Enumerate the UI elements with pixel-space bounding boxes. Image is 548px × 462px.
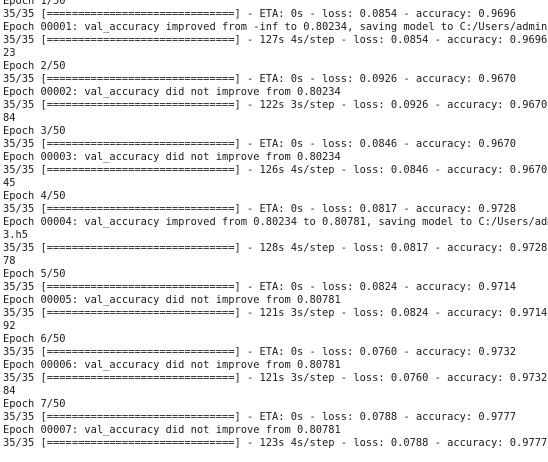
console-line: 35/35 [==============================] -… — [3, 73, 516, 85]
console-line: Epoch 5/50 — [3, 268, 66, 280]
console-line: 35/35 [==============================] -… — [3, 242, 548, 254]
console-line: 35/35 [==============================] -… — [3, 372, 548, 384]
console-line: 3.h5 — [3, 229, 29, 241]
console-line: 23 — [3, 47, 16, 59]
console-line: 35/35 [==============================] -… — [3, 437, 548, 449]
console-line: 45 — [3, 177, 16, 189]
console-line: Epoch 00004: val_accuracy improved from … — [3, 216, 548, 228]
console-line: Epoch 6/50 — [3, 333, 66, 345]
console-line: Epoch 2/50 — [3, 60, 66, 72]
console-line: Epoch 7/50 — [3, 398, 66, 410]
console-line: 35/35 [==============================] -… — [3, 203, 516, 215]
console-line: 78 — [3, 255, 16, 267]
console-line: Epoch 00006: val_accuracy did not improv… — [3, 359, 341, 371]
console-line: 35/35 [==============================] -… — [3, 346, 516, 358]
console-line: 84 — [3, 385, 16, 397]
console-line: Epoch 3/50 — [3, 125, 66, 137]
console-line: 35/35 [==============================] -… — [3, 164, 548, 176]
console-line: Epoch 00001: val_accuracy improved from … — [3, 21, 548, 33]
console-line: Epoch 00005: val_accuracy did not improv… — [3, 294, 341, 306]
console-line: Epoch 00007: val_accuracy did not improv… — [3, 424, 341, 436]
console-line: 84 — [3, 112, 16, 124]
console-line: Epoch 4/50 — [3, 190, 66, 202]
console-line: Epoch 00003: val_accuracy did not improv… — [3, 151, 341, 163]
console-line: 35/35 [==============================] -… — [3, 8, 516, 20]
console-line: Epoch 00002: val_accuracy did not improv… — [3, 86, 341, 98]
console-line: 35/35 [==============================] -… — [3, 281, 516, 293]
console-line: Epoch 1/50 — [3, 0, 66, 7]
console-line: 35/35 [==============================] -… — [3, 138, 516, 150]
console-line: 92 — [3, 320, 16, 332]
console-line: 35/35 [==============================] -… — [3, 307, 548, 319]
console-line: 35/35 [==============================] -… — [3, 34, 548, 46]
console-line: 35/35 [==============================] -… — [3, 99, 548, 111]
console-line: 35/35 [==============================] -… — [3, 411, 516, 423]
console-output: Epoch 1/50 35/35 [=======================… — [3, 0, 548, 462]
